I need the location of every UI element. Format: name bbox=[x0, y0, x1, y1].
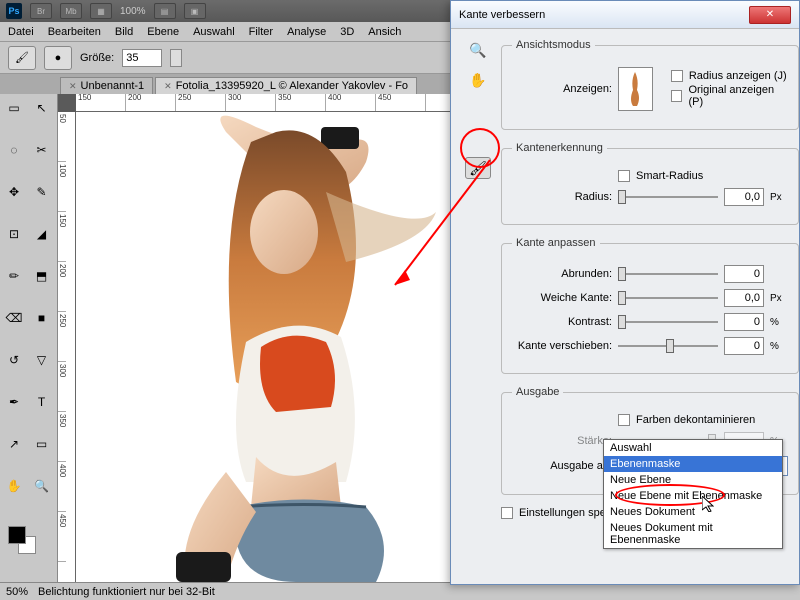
dropdown-item-selected[interactable]: Ebenenmaske bbox=[604, 456, 782, 472]
brush-size-input[interactable] bbox=[122, 49, 162, 67]
status-zoom[interactable]: 50% bbox=[6, 586, 28, 598]
bridge-button[interactable]: Br bbox=[30, 3, 52, 19]
decontaminate-checkbox[interactable] bbox=[618, 414, 630, 426]
contrast-input[interactable] bbox=[724, 313, 764, 331]
refine-brush-icon[interactable]: 🖌 bbox=[465, 157, 491, 179]
menu-auswahl[interactable]: Auswahl bbox=[193, 26, 235, 38]
size-spinner[interactable] bbox=[170, 49, 182, 67]
zoom-indicator[interactable]: 100% bbox=[120, 6, 146, 17]
dropdown-item[interactable]: Neues Dokument mit Ebenenmaske bbox=[604, 520, 782, 548]
dropdown-item[interactable]: Auswahl bbox=[604, 440, 782, 456]
menu-datei[interactable]: Datei bbox=[8, 26, 34, 38]
tool-palette: ▭ ↖ ◌ ✂ ✥ ✎ ⊡ ◢ ✏ ⬒ ⌫ ■ ↺ ▽ ✒ T ↗ ▭ ✋ 🔍 bbox=[0, 94, 58, 582]
adjust-edge-group: Kante anpassen Abrunden: Weiche Kante:Px… bbox=[501, 237, 799, 374]
tool-shape[interactable]: ▭ bbox=[30, 434, 54, 454]
dropdown-item[interactable]: Neue Ebene bbox=[604, 472, 782, 488]
edge-detection-group: Kantenerkennung Smart-Radius Radius:Px bbox=[501, 142, 799, 225]
remember-settings-checkbox[interactable] bbox=[501, 507, 513, 519]
dialog-tool-column: 🔍 ✋ 🖌 bbox=[465, 39, 491, 525]
hand-tool-icon[interactable]: ✋ bbox=[465, 69, 491, 91]
size-label: Größe: bbox=[80, 52, 114, 64]
view-extras-button[interactable]: ▦ bbox=[90, 3, 112, 19]
radius-slider[interactable] bbox=[618, 189, 718, 205]
tool-dodge[interactable]: ▽ bbox=[30, 350, 54, 370]
shift-input[interactable] bbox=[724, 337, 764, 355]
tool-gradient[interactable]: ■ bbox=[30, 308, 54, 328]
shift-slider[interactable] bbox=[618, 338, 718, 354]
tool-brush[interactable]: ◢ bbox=[30, 224, 54, 244]
tool-crop[interactable]: ✥ bbox=[2, 182, 26, 202]
close-button[interactable]: ✕ bbox=[749, 6, 791, 24]
menu-bearbeiten[interactable]: Bearbeiten bbox=[48, 26, 101, 38]
zoom-tool-icon[interactable]: 🔍 bbox=[465, 39, 491, 61]
tool-eyedropper[interactable]: ✎ bbox=[30, 182, 54, 202]
photo-content bbox=[116, 112, 456, 582]
dropdown-item[interactable]: Neues Dokument bbox=[604, 504, 782, 520]
status-message: Belichtung funktioniert nur bei 32-Bit bbox=[38, 586, 215, 598]
tool-preset-icon[interactable]: 🖌 bbox=[8, 46, 36, 70]
view-thumbnail[interactable] bbox=[618, 67, 653, 111]
smooth-input[interactable] bbox=[724, 265, 764, 283]
screen-mode-button[interactable]: ▣ bbox=[184, 3, 206, 19]
photoshop-icon: Ps bbox=[6, 3, 22, 19]
tool-eraser[interactable]: ⌫ bbox=[2, 308, 26, 328]
tool-zoom[interactable]: 🔍 bbox=[30, 476, 54, 496]
menu-bild[interactable]: Bild bbox=[115, 26, 133, 38]
refine-edge-dialog: Kante verbessern ✕ 🔍 ✋ 🖌 Ansichtsmodus A… bbox=[450, 0, 800, 585]
tool-lasso[interactable]: ◌ bbox=[2, 140, 26, 160]
doc-tab-2[interactable]: ✕Fotolia_13395920_L © Alexander Yakovlev… bbox=[155, 77, 417, 94]
menu-3d[interactable]: 3D bbox=[340, 26, 354, 38]
arrange-button[interactable]: ▤ bbox=[154, 3, 176, 19]
tool-move[interactable]: ↖ bbox=[30, 98, 54, 118]
dropdown-item[interactable]: Neue Ebene mit Ebenenmaske bbox=[604, 488, 782, 504]
ruler-vertical[interactable]: 50100150200250300350400450 bbox=[58, 112, 76, 582]
feather-slider[interactable] bbox=[618, 290, 718, 306]
tool-history[interactable]: ⬒ bbox=[30, 266, 54, 286]
menu-ansicht[interactable]: Ansich bbox=[368, 26, 401, 38]
menu-ebene[interactable]: Ebene bbox=[147, 26, 179, 38]
doc-tab-1[interactable]: ✕Unbenannt-1 bbox=[60, 77, 153, 94]
minibridge-button[interactable]: Mb bbox=[60, 3, 82, 19]
foreground-color[interactable] bbox=[8, 526, 26, 544]
show-original-checkbox[interactable] bbox=[671, 90, 683, 102]
tool-hand[interactable]: ✋ bbox=[2, 476, 26, 496]
smart-radius-checkbox[interactable] bbox=[618, 170, 630, 182]
contrast-slider[interactable] bbox=[618, 314, 718, 330]
tool-marquee[interactable]: ▭ bbox=[2, 98, 26, 118]
tool-path[interactable]: ↗ bbox=[2, 434, 26, 454]
tool-blur[interactable]: ↺ bbox=[2, 350, 26, 370]
color-swatches[interactable] bbox=[2, 526, 55, 558]
tool-pen[interactable]: ✒ bbox=[2, 392, 26, 412]
radius-input[interactable] bbox=[724, 188, 764, 206]
dialog-title: Kante verbessern bbox=[459, 9, 545, 21]
close-icon[interactable]: ✕ bbox=[69, 81, 77, 92]
tool-heal[interactable]: ⊡ bbox=[2, 224, 26, 244]
tool-quickselect[interactable]: ✂ bbox=[30, 140, 54, 160]
brush-preview-icon[interactable]: ● bbox=[44, 46, 72, 70]
tool-type[interactable]: T bbox=[30, 392, 54, 412]
tool-stamp[interactable]: ✏ bbox=[2, 266, 26, 286]
dialog-titlebar[interactable]: Kante verbessern ✕ bbox=[451, 1, 799, 29]
view-mode-group: Ansichtsmodus Anzeigen: Radius anzeigen … bbox=[501, 39, 799, 130]
menu-analyse[interactable]: Analyse bbox=[287, 26, 326, 38]
output-dropdown: Auswahl Ebenenmaske Neue Ebene Neue Eben… bbox=[603, 439, 783, 549]
menu-filter[interactable]: Filter bbox=[249, 26, 273, 38]
close-icon[interactable]: ✕ bbox=[164, 81, 172, 92]
show-radius-checkbox[interactable] bbox=[671, 70, 683, 82]
feather-input[interactable] bbox=[724, 289, 764, 307]
smooth-slider[interactable] bbox=[618, 266, 718, 282]
